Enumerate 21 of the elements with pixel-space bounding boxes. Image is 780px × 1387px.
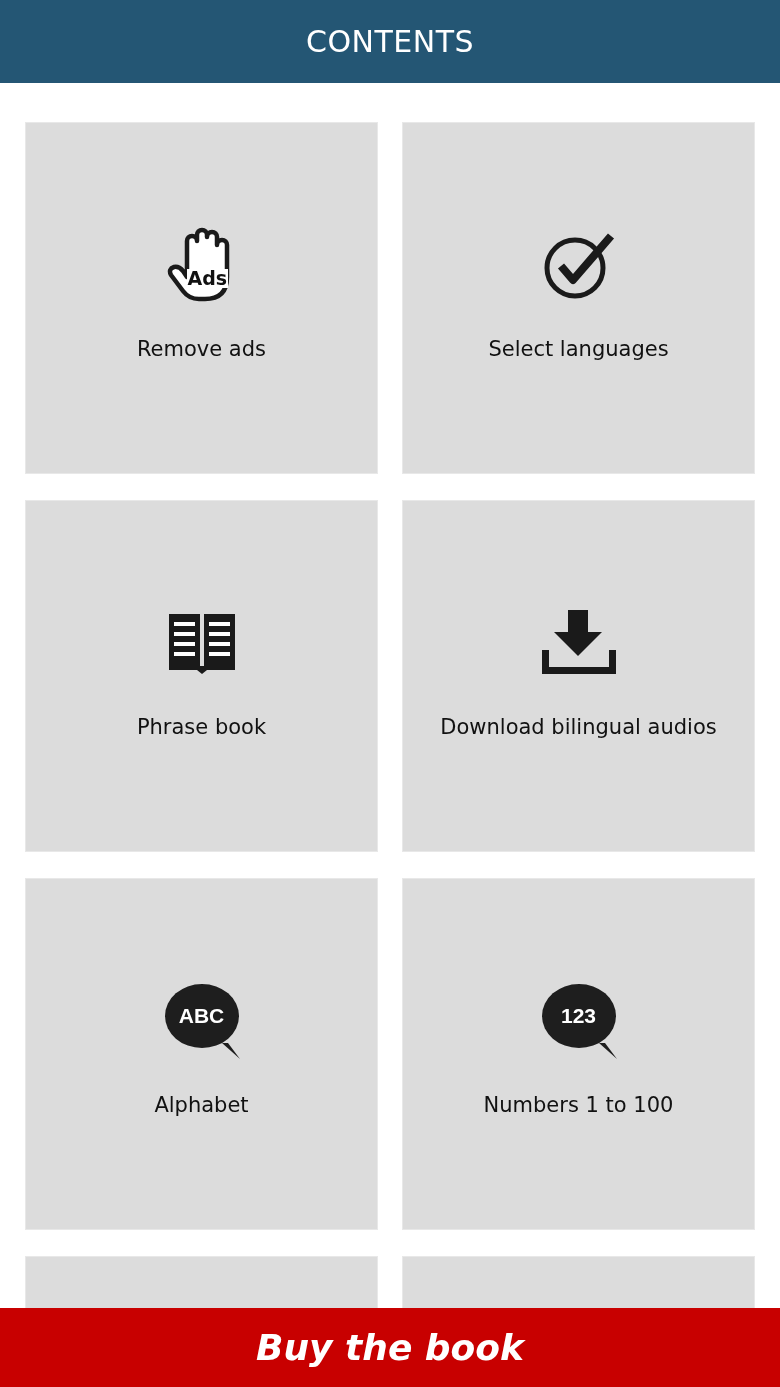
buy-book-button[interactable]: Buy the book [244, 1323, 536, 1372]
bubble-tail-icon [598, 1043, 617, 1059]
tile-label: Phrase book [136, 715, 267, 739]
tile-label: Numbers 1 to 100 [483, 1093, 674, 1117]
speech-bubble-icon: 123 [541, 984, 616, 1048]
download-icon [541, 610, 616, 676]
menu-tile[interactable]: Select languages [402, 122, 755, 474]
tile-label: Select languages [488, 337, 669, 361]
menu-tile[interactable]: 123 Numbers 1 to 100 [402, 878, 755, 1230]
page-title: CONTENTS [305, 24, 475, 59]
tile-label: Alphabet [154, 1093, 249, 1117]
tile-label: Remove ads [136, 337, 266, 361]
menu-tile[interactable]: Ads Remove ads [25, 122, 378, 474]
menu-tile[interactable]: ABC Alphabet [25, 878, 378, 1230]
book-icon [166, 612, 237, 674]
tile-label: Download bilingual audios [440, 715, 717, 739]
speech-bubble-icon: ABC [164, 984, 239, 1048]
ads-label: Ads [186, 269, 229, 288]
bubble-tail-icon [221, 1043, 240, 1059]
menu-tile[interactable]: Download bilingual audios [402, 500, 755, 852]
menu-tile[interactable]: Phrase book [25, 500, 378, 852]
